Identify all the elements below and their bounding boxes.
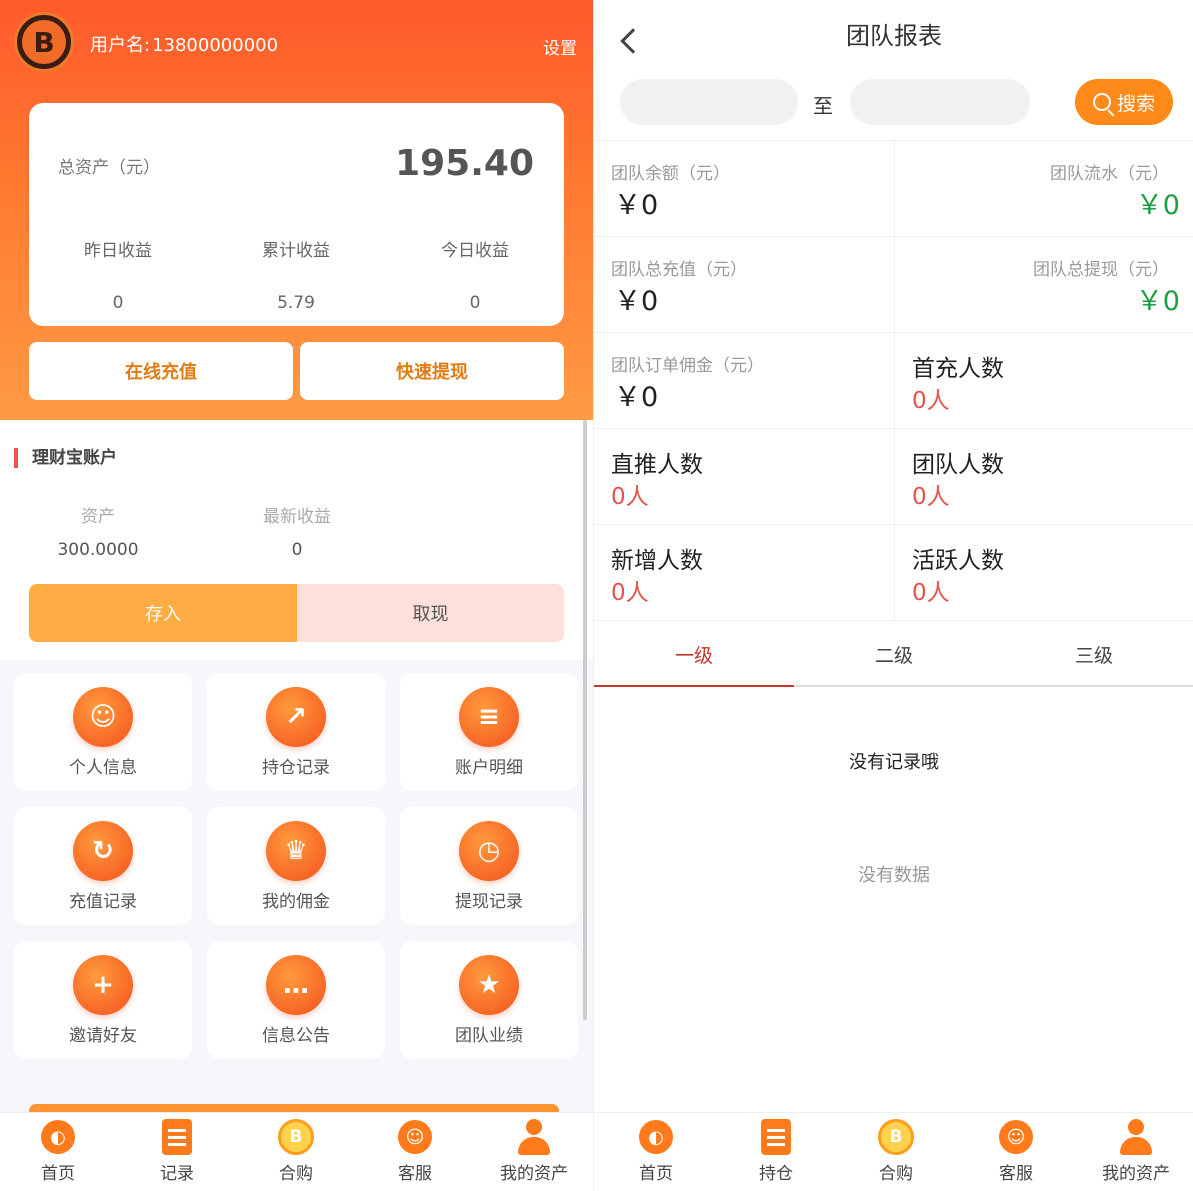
- menu-recharge-record[interactable]: ↻ 充值记录: [14, 807, 192, 925]
- home-planet-icon: ◐: [637, 1119, 675, 1155]
- wealth-asset-value: 300.0000: [57, 540, 139, 560]
- trophy-icon: ♛: [266, 821, 326, 881]
- stat-team-withdraw: 团队总提现（元） ￥0: [894, 236, 1193, 332]
- tab-service[interactable]: ☺ 客服: [360, 1113, 470, 1191]
- menu-account-detail[interactable]: ≡ 账户明细: [400, 673, 578, 791]
- username: 用户名: 13800000000: [88, 31, 278, 57]
- stat-first-recharge-count: 首充人数 0人: [894, 332, 1193, 428]
- tab-home[interactable]: ◐ 首页: [601, 1113, 711, 1191]
- stat-new-count: 新增人数 0人: [594, 524, 894, 620]
- profile-header: B 用户名: 13800000000 设置 总资产（元） 195.40 昨日收益 …: [0, 0, 593, 420]
- menu-personal-info[interactable]: ☺ 个人信息: [14, 673, 192, 791]
- left-screen: B 用户名: 13800000000 设置 总资产（元） 195.40 昨日收益 …: [0, 0, 593, 1191]
- page-title: 团队报表: [846, 22, 942, 50]
- menu-withdraw-record[interactable]: ◷ 提现记录: [400, 807, 578, 925]
- bottom-tabbar-right: ◐ 首页 持仓 B 合购 ☺ 客服 我的资产: [594, 1112, 1193, 1191]
- tab-my-assets[interactable]: 我的资产: [1081, 1113, 1191, 1191]
- stat-today: 今日收益 0: [441, 241, 509, 313]
- clock-icon: ◷: [459, 821, 519, 881]
- chat-icon: …: [266, 955, 326, 1015]
- plus-icon: +: [73, 955, 133, 1015]
- stat-cumulative: 累计收益 5.79: [262, 241, 330, 313]
- total-asset-label: 总资产（元）: [58, 158, 160, 178]
- username-value: 13800000000: [152, 35, 279, 56]
- wealth-profit-label: 最新收益: [263, 507, 331, 527]
- service-icon: ☺: [997, 1119, 1035, 1155]
- stat-active-count: 活跃人数 0人: [894, 524, 1193, 620]
- right-screen: 团队报表 至 搜索 团队余额（元） ￥0 团队流水（元） ￥0 团队总充值（元）…: [593, 0, 1193, 1191]
- stat-team-balance: 团队余额（元） ￥0: [594, 140, 894, 236]
- wealth-profit-value: 0: [291, 540, 303, 560]
- smile-icon: ☺: [73, 687, 133, 747]
- scrollbar[interactable]: [583, 420, 587, 1020]
- stat-direct-count: 直推人数 0人: [594, 428, 894, 524]
- tab-my-assets[interactable]: 我的资产: [479, 1113, 589, 1191]
- bitcoin-logo-icon: B: [14, 12, 74, 72]
- bottom-tabbar: ◐ 首页 记录 B 合购 ☺ 客服 我的资产: [0, 1112, 593, 1191]
- settings-link[interactable]: 设置: [543, 34, 577, 59]
- document-icon: [158, 1119, 196, 1155]
- menu-team-performance[interactable]: ★ 团队业绩: [400, 941, 578, 1059]
- total-asset-value: 195.40: [395, 143, 534, 184]
- wealth-title: 理财宝账户: [14, 448, 117, 468]
- refresh-icon: ↻: [73, 821, 133, 881]
- stat-yesterday: 昨日收益 0: [84, 241, 152, 313]
- search-icon: [1092, 93, 1111, 111]
- date-separator: 至: [813, 94, 833, 118]
- empty-record-text: 没有记录哦: [849, 752, 939, 773]
- recharge-button[interactable]: 在线充值: [29, 342, 293, 400]
- start-date-input[interactable]: [620, 79, 798, 125]
- stat-team-flow: 团队流水（元） ￥0: [894, 140, 1193, 236]
- tab-home[interactable]: ◐ 首页: [3, 1113, 113, 1191]
- coin-icon: B: [277, 1119, 315, 1155]
- menu-commission[interactable]: ♛ 我的佣金: [207, 807, 385, 925]
- star-icon: ★: [459, 955, 519, 1015]
- tab-level-3[interactable]: 三级: [994, 621, 1193, 687]
- take-out-button[interactable]: 取现: [297, 584, 564, 642]
- withdraw-button[interactable]: 快速提现: [300, 342, 564, 400]
- document-icon: [757, 1119, 795, 1155]
- tab-group-buy[interactable]: B 合购: [841, 1113, 951, 1191]
- tab-holdings[interactable]: 持仓: [721, 1113, 831, 1191]
- menu-announcement[interactable]: … 信息公告: [207, 941, 385, 1059]
- list-icon: ≡: [459, 687, 519, 747]
- home-planet-icon: ◐: [39, 1119, 77, 1155]
- wealth-asset-label: 资产: [81, 507, 115, 527]
- level-tabs: 一级 二级 三级: [594, 620, 1193, 687]
- tab-level-1[interactable]: 一级: [594, 621, 794, 687]
- deposit-button[interactable]: 存入: [29, 584, 297, 642]
- tab-records[interactable]: 记录: [122, 1113, 232, 1191]
- service-icon: ☺: [396, 1119, 434, 1155]
- end-date-input[interactable]: [850, 79, 1030, 125]
- user-icon: [515, 1119, 553, 1155]
- menu-invite[interactable]: + 邀请好友: [14, 941, 192, 1059]
- empty-data-text: 没有数据: [858, 865, 930, 886]
- chart-up-icon: ↗: [266, 687, 326, 747]
- tab-level-2[interactable]: 二级: [794, 621, 994, 687]
- coin-icon: B: [877, 1119, 915, 1155]
- tab-service[interactable]: ☺ 客服: [961, 1113, 1071, 1191]
- menu-holdings[interactable]: ↗ 持仓记录: [207, 673, 385, 791]
- user-icon: [1117, 1119, 1155, 1155]
- username-label: 用户名:: [90, 35, 151, 56]
- asset-card: 总资产（元） 195.40 昨日收益 0 累计收益 5.79 今日收益 0: [29, 103, 564, 326]
- search-button[interactable]: 搜索: [1075, 79, 1173, 125]
- stat-team-commission: 团队订单佣金（元） ￥0: [594, 332, 894, 428]
- stat-team-recharge: 团队总充值（元） ￥0: [594, 236, 894, 332]
- tab-group-buy[interactable]: B 合购: [241, 1113, 351, 1191]
- stat-team-count: 团队人数 0人: [894, 428, 1193, 524]
